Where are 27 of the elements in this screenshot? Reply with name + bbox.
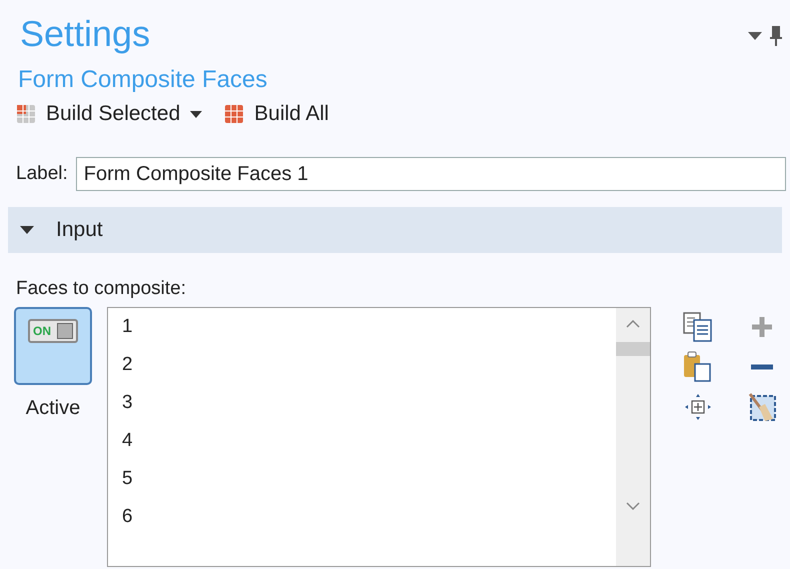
build-button[interactable]: Build All — [224, 98, 329, 130]
list-item[interactable]: 2 — [122, 352, 616, 390]
caret-icon — [190, 110, 202, 118]
list-item[interactable]: 6 — [122, 504, 616, 542]
list-item[interactable]: 4 — [122, 428, 616, 466]
list-item[interactable]: 5 — [122, 466, 616, 504]
label-field[interactable]: Form Composite Faces 1 — [76, 157, 786, 191]
scroll-down-icon[interactable] — [626, 502, 640, 510]
panel-title: Settings — [20, 12, 150, 56]
build-button[interactable]: Build Selected — [16, 98, 202, 130]
dropdown-arrow-icon[interactable] — [748, 32, 762, 40]
block-grid-icon — [224, 104, 244, 124]
selection-caption: Faces to composite: — [15, 277, 188, 301]
node-title: Form Composite Faces — [17, 65, 268, 95]
selection-list[interactable]: 1 2 3 4 5 6 — [107, 307, 651, 567]
partial-block-icon — [16, 104, 36, 124]
scrollbar[interactable] — [616, 308, 650, 566]
copy-icon[interactable] — [682, 311, 714, 343]
list-item[interactable]: 3 — [122, 390, 616, 428]
paste-icon[interactable] — [682, 351, 714, 383]
section-header[interactable]: Input — [8, 207, 782, 253]
scroll-up-icon[interactable] — [626, 320, 640, 328]
pin-icon[interactable] — [770, 26, 782, 46]
label-caption: Label: — [16, 162, 68, 186]
active-caption: Active — [26, 396, 80, 421]
list-item[interactable]: 1 — [122, 314, 616, 352]
scroll-thumb[interactable] — [616, 342, 650, 356]
